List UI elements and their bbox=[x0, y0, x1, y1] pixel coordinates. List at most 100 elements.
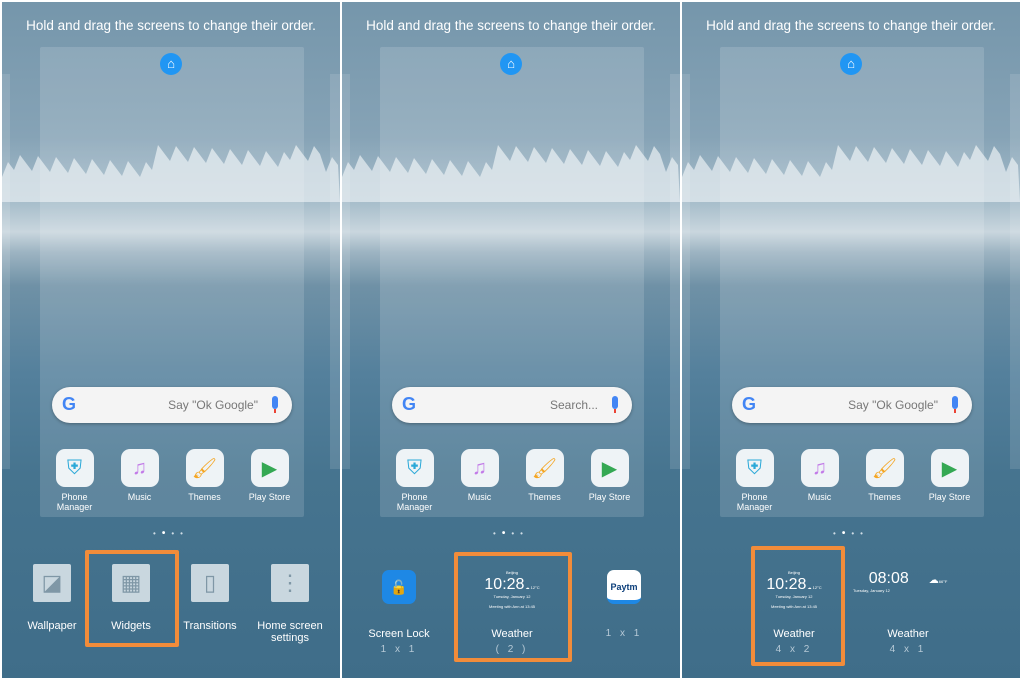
app-row: ⛨ Phone Manager ♫ Music 🖌 Themes ▶ Play Store bbox=[40, 449, 304, 512]
screen-lock-icon: 🔓 bbox=[382, 570, 416, 604]
app-music[interactable]: ♫ Music bbox=[788, 449, 852, 512]
app-label: Phone Manager bbox=[736, 492, 773, 512]
mic-icon[interactable] bbox=[272, 396, 278, 413]
menu-label: Transitions bbox=[183, 620, 237, 632]
drag-hint: Hold and drag the screens to change thei… bbox=[366, 18, 656, 33]
page-indicator[interactable]: •••• bbox=[682, 528, 1020, 539]
home-screen-editor-panel: Hold and drag the screens to change thei… bbox=[682, 2, 1020, 678]
widget-option[interactable]: 08:08 ☁66°F Tuesday, January 12 Weather 4 x … bbox=[853, 570, 963, 655]
clock-time: 08:08 bbox=[868, 570, 909, 587]
search-placeholder: Search... bbox=[549, 398, 598, 412]
app-label: Themes bbox=[188, 492, 221, 502]
paytm-icon: Paytm bbox=[607, 570, 641, 604]
widget-name: Screen Lock bbox=[368, 628, 430, 640]
temperature: 66°F bbox=[938, 579, 948, 584]
music-note-icon: ♫ bbox=[800, 449, 839, 487]
page-indicator[interactable]: •••• bbox=[342, 528, 680, 539]
bottom-menu: 🔓 Screen Lock 1 x 1 Beijing 10:28 ☁ 12°C Tues… bbox=[342, 550, 680, 662]
weather-widget-preview: 08:08 ☁66°F Tuesday, January 12 bbox=[853, 570, 963, 610]
app-phone-manager[interactable]: ⛨ Phone Manager bbox=[383, 449, 447, 512]
google-icon: G bbox=[62, 394, 77, 414]
app-label: Music bbox=[807, 492, 832, 502]
home-screen-preview[interactable]: ⌂ G Search... ⛨ Phone Manager ♫ Music 🖌 Themes ▶ P… bbox=[380, 47, 644, 517]
menu-label: Wallpaper bbox=[27, 620, 77, 632]
bottom-menu: Beijing 10:28 ☁ 12°C Tuesday, January 12 Me… bbox=[682, 546, 1020, 666]
weather-cloud-icon: ☁ bbox=[928, 575, 939, 586]
app-label: Phone Manager bbox=[396, 492, 433, 512]
paint-brush-icon: 🖌 bbox=[185, 449, 224, 487]
mic-icon[interactable] bbox=[952, 396, 958, 413]
shield-icon: ⛨ bbox=[395, 449, 434, 487]
drag-hint: Hold and drag the screens to change thei… bbox=[26, 18, 316, 33]
app-music[interactable]: ♫ Music bbox=[448, 449, 512, 512]
paint-brush-icon: 🖌 bbox=[525, 449, 564, 487]
app-music[interactable]: ♫ Music bbox=[108, 449, 172, 512]
home-icon[interactable]: ⌂ bbox=[500, 53, 522, 75]
selection-highlight bbox=[454, 552, 572, 662]
app-label: Phone Manager bbox=[56, 492, 93, 512]
widget-size: 1 x 1 bbox=[605, 628, 643, 639]
menu-settings-dots[interactable]: ⋮ Home screen settings bbox=[245, 564, 335, 644]
menu-label: Home screen settings bbox=[257, 620, 323, 644]
page-indicator[interactable]: •••• bbox=[2, 528, 340, 539]
play-store-icon: ▶ bbox=[250, 449, 289, 487]
music-note-icon: ♫ bbox=[120, 449, 159, 487]
app-themes[interactable]: 🖌 Themes bbox=[173, 449, 237, 512]
drag-hint: Hold and drag the screens to change thei… bbox=[706, 18, 996, 33]
mic-icon[interactable] bbox=[612, 396, 618, 413]
google-icon: G bbox=[742, 394, 757, 414]
transitions-icon: ▯ bbox=[191, 564, 229, 602]
date: Tuesday, January 12 bbox=[853, 588, 890, 593]
adjacent-screen-right[interactable] bbox=[670, 74, 680, 469]
home-icon[interactable]: ⌂ bbox=[840, 53, 862, 75]
home-screen-preview[interactable]: ⌂ G Say "Ok Google" ⛨ Phone Manager ♫ Music 🖌 Th… bbox=[40, 47, 304, 517]
app-label: Play Store bbox=[248, 492, 291, 502]
app-label: Music bbox=[467, 492, 492, 502]
selection-highlight bbox=[751, 546, 845, 666]
wallpaper-icon: ◪ bbox=[33, 564, 71, 602]
search-placeholder: Say "Ok Google" bbox=[848, 398, 938, 412]
adjacent-screen-left[interactable] bbox=[342, 74, 350, 469]
settings-dots-icon: ⋮ bbox=[271, 564, 309, 602]
home-screen-editor-panel: Hold and drag the screens to change thei… bbox=[342, 2, 680, 678]
app-play-store[interactable]: ▶ Play Store bbox=[238, 449, 302, 512]
play-store-icon: ▶ bbox=[590, 449, 629, 487]
home-screen-preview[interactable]: ⌂ G Say "Ok Google" ⛨ Phone Manager ♫ Music 🖌 Th… bbox=[720, 47, 984, 517]
app-themes[interactable]: 🖌 Themes bbox=[853, 449, 917, 512]
home-screen-editor-panel: Hold and drag the screens to change thei… bbox=[2, 2, 340, 678]
search-placeholder: Say "Ok Google" bbox=[168, 398, 258, 412]
google-icon: G bbox=[402, 394, 417, 414]
menu-wallpaper[interactable]: ◪ Wallpaper bbox=[7, 564, 97, 632]
adjacent-screen-right[interactable] bbox=[330, 74, 340, 469]
google-search-bar[interactable]: G Say "Ok Google" bbox=[52, 387, 292, 423]
adjacent-screen-left[interactable] bbox=[682, 74, 690, 469]
app-label: Play Store bbox=[588, 492, 631, 502]
home-icon[interactable]: ⌂ bbox=[160, 53, 182, 75]
music-note-icon: ♫ bbox=[460, 449, 499, 487]
time-row: 08:08 ☁66°F bbox=[853, 570, 963, 588]
widget-size: 4 x 1 bbox=[889, 644, 927, 655]
app-play-store[interactable]: ▶ Play Store bbox=[918, 449, 982, 512]
app-phone-manager[interactable]: ⛨ Phone Manager bbox=[723, 449, 787, 512]
app-row: ⛨ Phone Manager ♫ Music 🖌 Themes ▶ Play Store bbox=[720, 449, 984, 512]
paint-brush-icon: 🖌 bbox=[865, 449, 904, 487]
widget-option[interactable]: 🔓 Screen Lock 1 x 1 bbox=[344, 570, 454, 655]
app-themes[interactable]: 🖌 Themes bbox=[513, 449, 577, 512]
app-play-store[interactable]: ▶ Play Store bbox=[578, 449, 642, 512]
widget-name: Weather bbox=[887, 628, 929, 640]
app-label: Play Store bbox=[928, 492, 971, 502]
app-phone-manager[interactable]: ⛨ Phone Manager bbox=[43, 449, 107, 512]
bottom-menu: ◪ Wallpaper ▦ Widgets ▯ Transitions ⋮ Home scre… bbox=[2, 550, 340, 650]
widget-option[interactable]: Paytm 1 x 1 bbox=[569, 570, 679, 639]
shield-icon: ⛨ bbox=[55, 449, 94, 487]
google-search-bar[interactable]: G Search... bbox=[392, 387, 632, 423]
google-search-bar[interactable]: G Say "Ok Google" bbox=[732, 387, 972, 423]
app-label: Music bbox=[127, 492, 152, 502]
app-label: Themes bbox=[528, 492, 561, 502]
adjacent-screen-left[interactable] bbox=[2, 74, 10, 469]
shield-icon: ⛨ bbox=[735, 449, 774, 487]
menu-transitions[interactable]: ▯ Transitions bbox=[165, 564, 255, 632]
app-label: Themes bbox=[868, 492, 901, 502]
adjacent-screen-right[interactable] bbox=[1010, 74, 1020, 469]
play-store-icon: ▶ bbox=[930, 449, 969, 487]
